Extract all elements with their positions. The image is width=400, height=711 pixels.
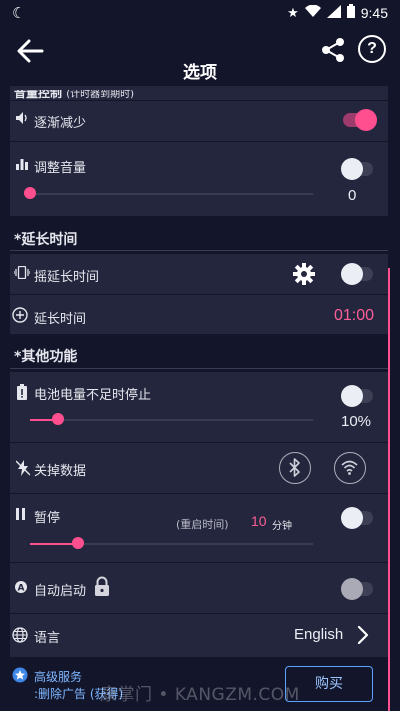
adjust-volume-row: 调整音量 0 (10, 142, 388, 216)
chevron-right-icon (356, 624, 370, 650)
auto-start-row[interactable]: A 自动启动 (10, 563, 388, 613)
status-icons: ★ 9:45 (287, 4, 388, 22)
signal-icon (326, 4, 341, 22)
battery-slider[interactable] (30, 413, 313, 425)
share-button[interactable] (318, 35, 348, 65)
turn-off-data-label: 关掉数据 (34, 464, 87, 479)
star-icon: ★ (287, 5, 299, 21)
moon-app-icon: ☾ (12, 4, 26, 22)
pause-slider-thumb[interactable] (72, 537, 84, 549)
premium-link[interactable]: 高级服务 (34, 668, 82, 685)
restart-note: (重启时间) (176, 518, 229, 531)
pause-label: 暂停 (34, 511, 61, 526)
restart-unit: 分钟 (272, 521, 292, 532)
pause-slider[interactable] (30, 537, 313, 549)
auto-start-label: 自动启动 (34, 584, 87, 599)
scrollbar[interactable] (388, 268, 390, 711)
pause-row: 暂停 (重启时间) 10 分钟 (10, 494, 388, 562)
auto-start-toggle[interactable] (341, 578, 373, 600)
volume-value: 0 (348, 187, 357, 204)
add-circle-icon (12, 307, 28, 327)
language-row[interactable]: 语言 English (10, 614, 388, 657)
other-section-header: *其他功能 (14, 349, 78, 365)
pause-icon (16, 508, 26, 524)
extend-time-row[interactable]: 延长时间 01:00 (10, 295, 388, 334)
volume-icon (16, 112, 28, 128)
extend-card: 摇延长时间 延长时间 01:00 (10, 254, 388, 334)
share-icon (322, 38, 344, 62)
volume-section-header: 音量控制 (计时器到期时) (14, 86, 135, 100)
language-value: English (294, 626, 344, 643)
help-button[interactable]: ? (358, 35, 386, 63)
battery-value: 10% (341, 413, 372, 430)
wifi-icon (341, 460, 358, 475)
gear-icon[interactable] (293, 263, 315, 289)
fade-out-label: 逐渐减少 (34, 116, 87, 131)
battery-alert-icon (17, 384, 27, 404)
fade-out-toggle[interactable] (343, 109, 377, 131)
flash-off-icon (15, 460, 31, 480)
status-time: 9:45 (360, 5, 388, 21)
restart-value[interactable]: 10 (251, 513, 267, 529)
battery-stop-label: 电池电量不足时停止 (34, 388, 152, 403)
battery-stop-row: 电池电量不足时停止 10% (10, 372, 388, 442)
bar-chart-icon (16, 158, 28, 174)
shake-extend-label: 摇延长时间 (34, 270, 100, 285)
bluetooth-icon (289, 458, 300, 477)
turn-off-data-row: 关掉数据 (10, 443, 388, 493)
volume-card: 音量控制 (计时器到期时) 逐渐减少 调整音量 0 (10, 86, 388, 216)
globe-icon (12, 627, 28, 647)
wifi-toggle-button[interactable] (334, 452, 366, 484)
battery-slider-thumb[interactable] (52, 413, 64, 425)
language-label: 语言 (34, 631, 61, 646)
bluetooth-button[interactable] (279, 452, 311, 484)
svg-text:A: A (18, 584, 25, 594)
lock-icon (94, 576, 110, 600)
adjust-volume-label: 调整音量 (34, 161, 87, 176)
extend-section-header: *延长时间 (14, 232, 78, 248)
shake-extend-toggle[interactable] (341, 263, 373, 285)
star-circle-icon (12, 667, 28, 687)
volume-slider-thumb[interactable] (24, 187, 36, 199)
status-bar: ☾ ★ 9:45 (0, 0, 400, 26)
pause-toggle[interactable] (341, 507, 373, 529)
vibrate-icon (13, 265, 31, 283)
app-bar: 选项 ? (0, 26, 400, 86)
fade-out-row[interactable]: 逐渐减少 (10, 101, 388, 141)
watermark: 康掌门 • KANGZM.COM (100, 685, 300, 705)
adjust-volume-toggle[interactable] (341, 158, 373, 180)
auto-icon: A (14, 580, 28, 598)
volume-slider[interactable] (24, 187, 313, 199)
battery-stop-toggle[interactable] (341, 385, 373, 407)
extend-time-label: 延长时间 (34, 312, 87, 327)
shake-extend-row[interactable]: 摇延长时间 (10, 254, 388, 294)
battery-icon (346, 4, 355, 22)
wifi-icon (304, 4, 321, 22)
other-card: 电池电量不足时停止 10% 关掉数据 暂停 (重启时间) 10 分钟 A 自动启… (10, 372, 388, 657)
extend-time-value[interactable]: 01:00 (334, 307, 374, 325)
